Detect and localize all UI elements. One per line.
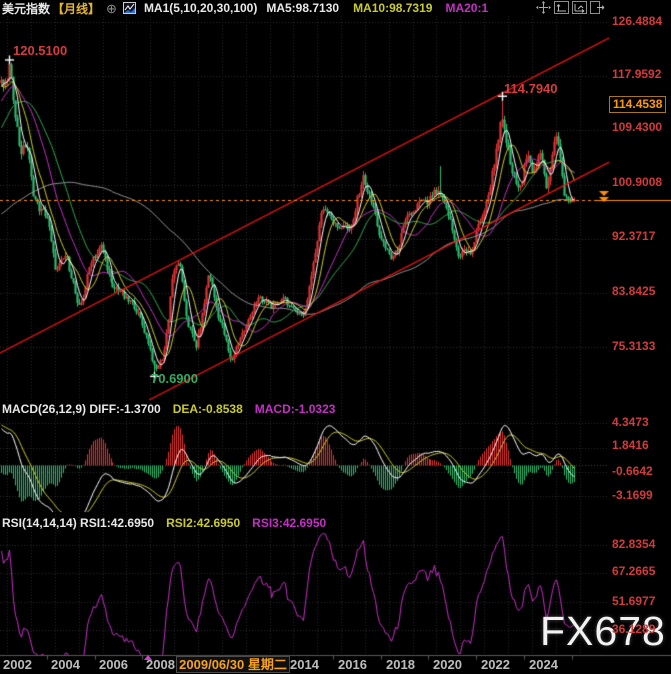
price-axis-label: 126.4884 — [612, 14, 670, 28]
ma-settings-label: MA1(5,10,20,30,100) — [144, 1, 257, 15]
x-axis-year: 2018 — [386, 657, 415, 672]
price-axis-label: 75.3133 — [612, 339, 670, 353]
period-label: 【月线】 — [52, 0, 100, 17]
x-axis-year: 2002 — [3, 657, 32, 672]
macd-value: MACD:-1.0323 — [255, 402, 336, 416]
x-axis-year: 2006 — [99, 657, 128, 672]
chart-toolbar — [536, 1, 605, 14]
high-annotation-2022: 114.7940 — [504, 81, 558, 96]
chart-type-icon[interactable] — [123, 2, 136, 14]
ma5-value: MA5:98.7130 — [266, 1, 339, 15]
price-axis-label: 92.3717 — [612, 229, 670, 243]
marked-price-badge: 114.4538 — [609, 96, 666, 113]
rsi-axis-label: 82.8354 — [612, 537, 670, 551]
cursor-date-label: 2009/06/30 星期二 — [176, 656, 290, 673]
rsi2-value: RSI2:42.6950 — [166, 516, 240, 530]
price-axis-label: 100.9008 — [612, 175, 670, 189]
macd-axis-label: -0.6642 — [612, 464, 670, 478]
macd-axis-label: 1.8416 — [612, 438, 670, 452]
macd-dea-value: DEA:-0.8538 — [173, 402, 243, 416]
cursor-position-caret — [144, 655, 152, 660]
price-axis-label: 117.9592 — [612, 67, 670, 81]
rsi-header: RSI(14,14,14) RSI1:42.6950 RSI2:42.6950 … — [2, 516, 326, 530]
x-axis-year: 2022 — [481, 657, 510, 672]
macd-title: MACD(26,12,9) DIFF:-1.3700 — [2, 402, 161, 416]
high-annotation-2002: 120.5100 — [13, 43, 67, 58]
ma10-value: MA10:98.7319 — [353, 1, 432, 15]
symbol-name: 美元指数 — [2, 0, 50, 17]
chart-window: FX678 美元指数 【月线】 ⊕ MA1(5,10,20,30,100) MA… — [0, 0, 671, 674]
x-axis-year: 2024 — [529, 657, 558, 672]
chart-header: 美元指数 【月线】 ⊕ MA1(5,10,20,30,100) MA5:98.7… — [2, 1, 488, 15]
price-chart-canvas[interactable] — [0, 0, 671, 674]
x-axis-adjust-icon[interactable] — [572, 1, 587, 14]
rsi-axis-label: 67.2665 — [612, 564, 670, 578]
x-axis-year: 2016 — [338, 657, 367, 672]
y-axis-adjust-icon[interactable] — [554, 1, 569, 14]
ma20-value: MA20:1 — [445, 1, 488, 15]
x-axis-year: 2014 — [290, 657, 319, 672]
rsi3-value: RSI3:42.6950 — [252, 516, 326, 530]
add-indicator-icon[interactable]: ⊕ — [106, 2, 117, 15]
pan-tool-icon[interactable] — [536, 1, 551, 14]
price-axis-label: 109.4300 — [612, 120, 670, 134]
x-axis-year: 2004 — [51, 657, 80, 672]
macd-header: MACD(26,12,9) DIFF:-1.3700 DEA:-0.8538 M… — [2, 402, 335, 416]
low-annotation-2008: 70.6900 — [151, 371, 198, 386]
rsi-axis-label: 36.1289 — [612, 622, 670, 636]
rsi-title: RSI(14,14,14) RSI1:42.6950 — [2, 516, 154, 530]
rsi-axis-label: 51.6977 — [612, 594, 670, 608]
price-axis-label: 83.8425 — [612, 284, 670, 298]
macd-axis-label: -3.1699 — [612, 488, 670, 502]
detach-window-icon[interactable] — [590, 1, 605, 14]
macd-axis-label: 4.3473 — [612, 415, 670, 429]
x-axis-year: 2020 — [433, 657, 462, 672]
